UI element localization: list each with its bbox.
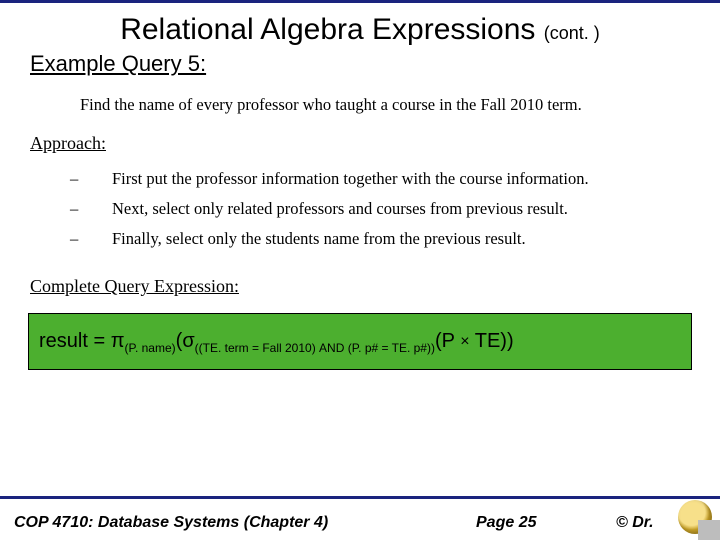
- approach-item-text: First put the professor information toge…: [112, 169, 589, 189]
- expr-tail1: (P: [435, 330, 460, 352]
- pi-subscript: (P. name): [125, 341, 176, 355]
- complete-expression-heading: Complete Query Expression:: [0, 272, 720, 307]
- sigma-symbol: σ: [182, 330, 194, 352]
- copyright-text: © Dr.: [616, 514, 654, 531]
- approach-item-text: Next, select only related professors and…: [112, 199, 568, 219]
- expr-lhs: result =: [39, 330, 111, 352]
- approach-list: – First put the professor information to…: [0, 164, 720, 272]
- title-main: Relational Algebra Expressions: [120, 13, 535, 46]
- query-expression-box: result = π(P. name)(σ((TE. term = Fall 2…: [28, 313, 692, 370]
- list-item: – Finally, select only the students name…: [70, 224, 680, 254]
- list-item: – First put the professor information to…: [70, 164, 680, 194]
- bullet-dash: –: [70, 199, 112, 219]
- title-cont: (cont. ): [544, 23, 600, 43]
- decorative-strip: [698, 520, 720, 540]
- query-prompt: Find the name of every professor who tau…: [0, 89, 720, 131]
- footer-course: COP 4710: Database Systems (Chapter 4): [14, 514, 476, 532]
- slide: Relational Algebra Expressions (cont. ) …: [0, 0, 720, 540]
- slide-footer: COP 4710: Database Systems (Chapter 4) P…: [0, 496, 720, 540]
- slide-title: Relational Algebra Expressions (cont. ): [0, 3, 720, 51]
- list-item: – Next, select only related professors a…: [70, 194, 680, 224]
- times-symbol: ×: [460, 333, 469, 350]
- approach-heading: Approach:: [0, 131, 720, 164]
- footer-copyright: © Dr.: [616, 514, 706, 532]
- bullet-dash: –: [70, 169, 112, 189]
- pi-symbol: π: [111, 330, 125, 352]
- approach-item-text: Finally, select only the students name f…: [112, 229, 526, 249]
- example-query-heading: Example Query 5:: [0, 51, 720, 89]
- footer-page: Page 25: [476, 514, 616, 532]
- bullet-dash: –: [70, 229, 112, 249]
- sigma-subscript: ((TE. term = Fall 2010) AND (P. p# = TE.…: [195, 341, 435, 355]
- expr-tail2: TE)): [470, 330, 514, 352]
